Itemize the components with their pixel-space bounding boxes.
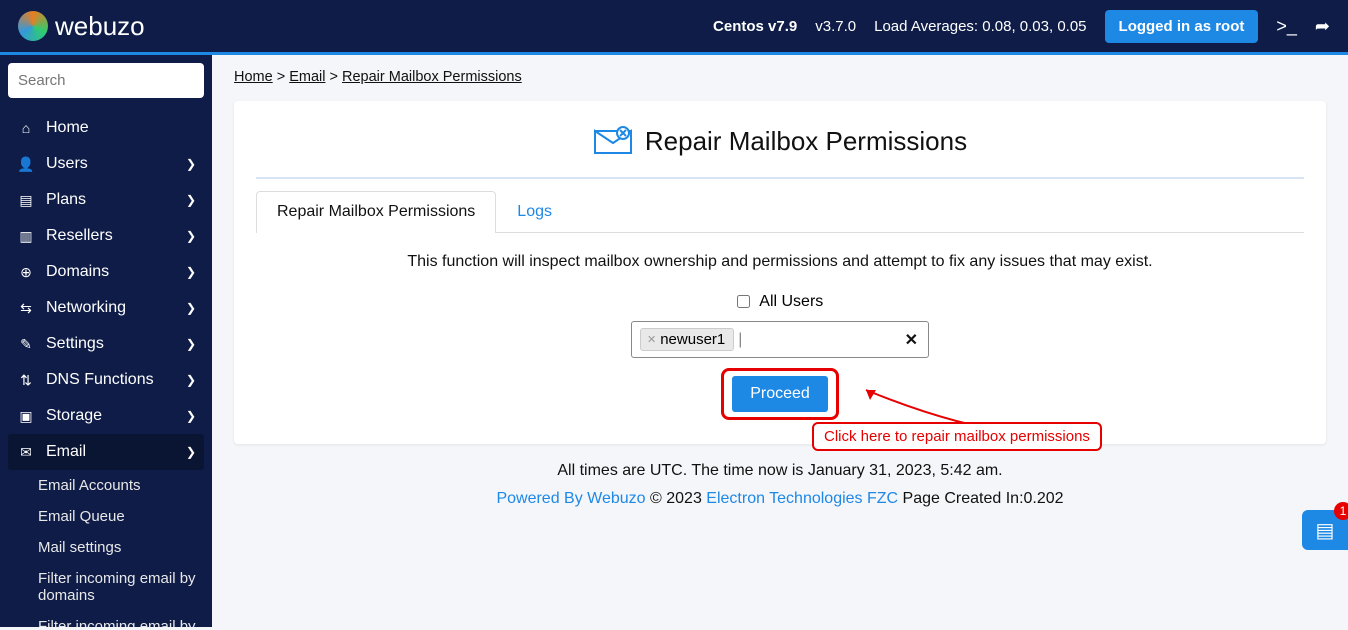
nav-icon: ⌂ (16, 120, 36, 136)
chevron-right-icon: ❯ (186, 265, 196, 279)
nav-icon: ⊕ (16, 264, 36, 281)
sidebar-item-users[interactable]: 👤 Users ❯ (8, 146, 204, 182)
nav-icon: 👤 (16, 156, 36, 173)
chevron-right-icon: ❯ (186, 409, 196, 423)
logout-icon[interactable]: ➦ (1315, 16, 1330, 37)
nav-icon: ⇅ (16, 372, 36, 389)
sidebar-item-home[interactable]: ⌂ Home (8, 110, 204, 146)
sidebar-item-domains[interactable]: ⊕ Domains ❯ (8, 254, 204, 290)
login-badge[interactable]: Logged in as root (1105, 10, 1259, 43)
breadcrumb-page[interactable]: Repair Mailbox Permissions (342, 69, 522, 85)
sidebar-sub-mail-settings[interactable]: Mail settings (8, 532, 204, 563)
footer-time: All times are UTC. The time now is Janua… (212, 462, 1348, 480)
tab-repair[interactable]: Repair Mailbox Permissions (256, 191, 496, 233)
nav-icon: ▣ (16, 408, 36, 425)
selected-user-label: newuser1 (660, 331, 725, 348)
nav-label: Networking (46, 299, 126, 317)
version-label: v3.7.0 (815, 18, 856, 35)
terminal-icon[interactable]: >_ (1276, 16, 1297, 37)
proceed-section: Proceed Click here to repair mailbox per… (256, 368, 1304, 420)
chevron-right-icon: ❯ (186, 193, 196, 207)
main-content: Home > Email > Repair Mailbox Permission… (212, 55, 1348, 627)
nav-label: DNS Functions (46, 371, 154, 389)
chevron-right-icon: ❯ (186, 229, 196, 243)
sidebar: ⌂Home👤Users❯▤Plans❯▥Resellers❯⊕Domains❯⇆… (0, 55, 212, 627)
all-users-label: All Users (759, 293, 823, 310)
nav-label: Storage (46, 407, 102, 425)
input-cursor: | (738, 331, 742, 349)
chevron-right-icon: ❯ (186, 337, 196, 351)
page-title: Repair Mailbox Permissions (645, 126, 967, 157)
sidebar-item-settings[interactable]: ✎ Settings ❯ (8, 326, 204, 362)
sidebar-sub-email-accounts[interactable]: Email Accounts (8, 470, 204, 501)
nav-label: Resellers (46, 227, 113, 245)
search-input[interactable] (8, 63, 204, 98)
logo-swirl-icon (18, 11, 48, 41)
main-card: Repair Mailbox Permissions Repair Mailbo… (234, 101, 1326, 444)
sidebar-item-storage[interactable]: ▣ Storage ❯ (8, 398, 204, 434)
mailbox-repair-icon (593, 123, 633, 159)
sidebar-sub-filter-incoming-email-by[interactable]: Filter incoming email by (8, 611, 204, 627)
powered-by-link[interactable]: Powered By Webuzo (496, 490, 645, 507)
news-icon: ▤ (1316, 518, 1335, 543)
chevron-right-icon: ❯ (186, 157, 196, 171)
breadcrumb: Home > Email > Repair Mailbox Permission… (212, 55, 1348, 95)
sidebar-item-dns-functions[interactable]: ⇅ DNS Functions ❯ (8, 362, 204, 398)
top-bar: webuzo Centos v7.9 v3.7.0 Load Averages:… (0, 0, 1348, 55)
sidebar-sub-email-queue[interactable]: Email Queue (8, 501, 204, 532)
footer-credits: Powered By Webuzo © 2023 Electron Techno… (212, 490, 1348, 508)
top-right-cluster: Centos v7.9 v3.7.0 Load Averages: 0.08, … (713, 10, 1330, 43)
remove-tag-icon[interactable]: ✕ (647, 333, 656, 346)
description-text: This function will inspect mailbox owner… (256, 253, 1304, 271)
breadcrumb-email[interactable]: Email (289, 69, 325, 85)
company-link[interactable]: Electron Technologies FZC (706, 490, 898, 507)
user-select-input[interactable]: ✕ newuser1 | ✕ (631, 321, 929, 358)
page-title-row: Repair Mailbox Permissions (256, 119, 1304, 179)
clear-selection-icon[interactable]: ✕ (905, 330, 918, 350)
load-average-label: Load Averages: 0.08, 0.03, 0.05 (874, 18, 1086, 35)
nav-label: Email (46, 443, 86, 461)
all-users-checkbox[interactable] (737, 295, 750, 308)
all-users-row: All Users (256, 293, 1304, 311)
news-widget[interactable]: ▤ 1 (1302, 510, 1348, 550)
selected-user-tag: ✕ newuser1 (640, 328, 734, 351)
nav-icon: ✉ (16, 444, 36, 461)
chevron-right-icon: ❯ (186, 445, 196, 459)
brand-text: webuzo (55, 11, 145, 42)
nav-label: Users (46, 155, 88, 173)
nav-label: Settings (46, 335, 104, 353)
nav-icon: ⇆ (16, 300, 36, 317)
brand-logo[interactable]: webuzo (18, 11, 145, 42)
nav-icon: ✎ (16, 336, 36, 353)
nav-icon: ▤ (16, 192, 36, 209)
sidebar-item-plans[interactable]: ▤ Plans ❯ (8, 182, 204, 218)
sidebar-item-resellers[interactable]: ▥ Resellers ❯ (8, 218, 204, 254)
proceed-button[interactable]: Proceed (732, 376, 828, 412)
news-count-badge: 1 (1334, 502, 1348, 520)
chevron-right-icon: ❯ (186, 301, 196, 315)
tab-logs[interactable]: Logs (496, 191, 573, 232)
nav-label: Domains (46, 263, 109, 281)
nav-icon: ▥ (16, 228, 36, 245)
sidebar-item-networking[interactable]: ⇆ Networking ❯ (8, 290, 204, 326)
chevron-right-icon: ❯ (186, 373, 196, 387)
os-label: Centos v7.9 (713, 18, 797, 35)
sidebar-item-email[interactable]: ✉ Email ❯ (8, 434, 204, 470)
nav-label: Plans (46, 191, 86, 209)
tabs: Repair Mailbox Permissions Logs (256, 191, 1304, 233)
breadcrumb-home[interactable]: Home (234, 69, 273, 85)
proceed-highlight-box: Proceed (721, 368, 839, 420)
sidebar-sub-filter-incoming-email-by-domains[interactable]: Filter incoming email by domains (8, 563, 204, 611)
nav-label: Home (46, 119, 89, 137)
annotation-callout: Click here to repair mailbox permissions (812, 422, 1102, 451)
